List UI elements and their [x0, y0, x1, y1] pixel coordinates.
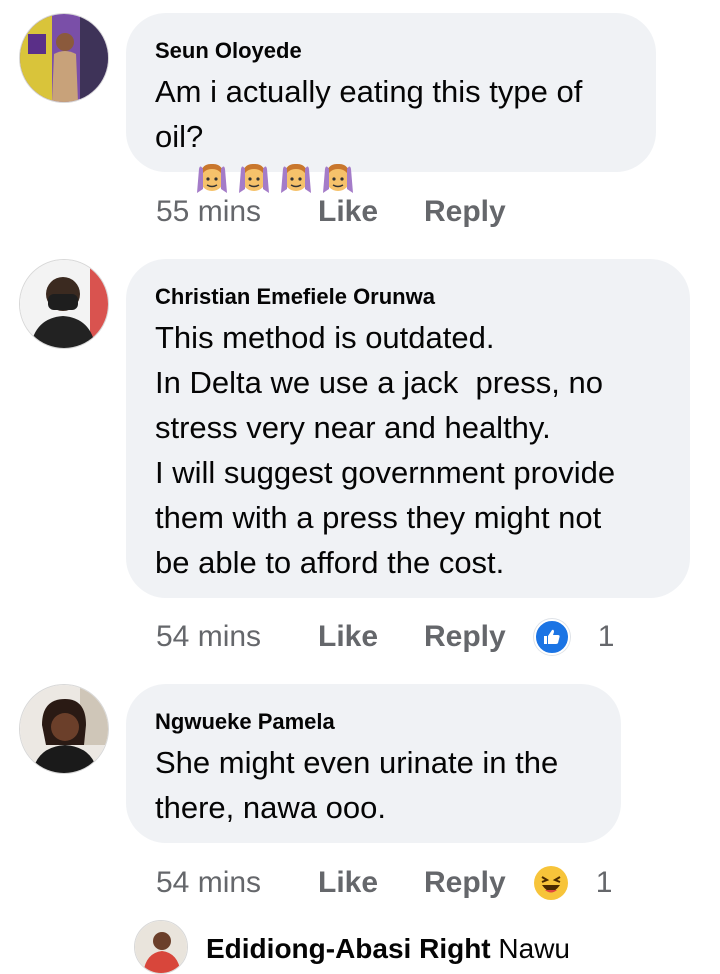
avatar[interactable]	[19, 13, 109, 103]
comment-bubble: Ngwueke Pamela She might even urinate in…	[126, 684, 621, 843]
reply-button[interactable]: Reply	[424, 866, 506, 900]
comment-author[interactable]: Edidiong-Abasi Right	[206, 933, 491, 964]
comment-author[interactable]: Ngwueke Pamela	[155, 708, 591, 736]
comment-actions: 54 mins Like Reply 1	[156, 617, 614, 657]
comment-actions: 55 mins Like Reply	[156, 192, 534, 232]
comment-text-line: In Delta we use a jack press, no	[155, 365, 604, 400]
comment-text-line: She might even urinate in the	[155, 745, 559, 780]
comment-author[interactable]: Seun Oloyede	[155, 37, 626, 65]
comment-timestamp[interactable]: 54 mins	[156, 620, 318, 654]
reaction-summary[interactable]: 1	[533, 619, 615, 655]
comment-text-line: This method is outdated.	[155, 320, 495, 355]
comment-text-line: oil?	[155, 119, 204, 154]
avatar[interactable]	[134, 920, 188, 974]
comment-text-line: be able to afford the cost.	[155, 545, 505, 580]
comment-actions: 54 mins Like Reply 1	[156, 863, 612, 903]
reply-preview: Edidiong-Abasi Right Nawu	[206, 933, 570, 965]
comment-bubble: Christian Emefiele Orunwa This method is…	[126, 259, 690, 598]
avatar[interactable]	[19, 684, 109, 774]
haha-reaction-icon	[533, 866, 568, 900]
comment-author[interactable]: Christian Emefiele Orunwa	[155, 283, 660, 311]
comment-text-line: I will suggest government provide	[155, 455, 616, 490]
comment-text-line: Am i actually eating this type of	[155, 74, 583, 109]
comment-text-line: stress very near and healthy.	[155, 410, 551, 445]
like-button[interactable]: Like	[318, 195, 424, 229]
reaction-count: 1	[597, 620, 615, 653]
comment-bubble: Seun Oloyede Am i actually eating this t…	[126, 13, 656, 193]
comment-timestamp[interactable]: 54 mins	[156, 866, 318, 900]
reply-button[interactable]: Reply	[424, 620, 506, 654]
like-reaction-icon	[533, 619, 570, 655]
comment-text-line: them with a press they might not	[155, 500, 602, 535]
comment-timestamp[interactable]: 55 mins	[156, 195, 318, 229]
comment-text-line: there, nawa ooo.	[155, 790, 386, 825]
like-button[interactable]: Like	[318, 620, 424, 654]
reaction-summary[interactable]: 1	[533, 866, 613, 900]
like-button[interactable]: Like	[318, 866, 424, 900]
reply-button[interactable]: Reply	[424, 195, 506, 229]
reaction-count: 1	[595, 866, 613, 899]
comment-text-line: Nawu	[498, 933, 571, 964]
avatar[interactable]	[19, 259, 109, 349]
